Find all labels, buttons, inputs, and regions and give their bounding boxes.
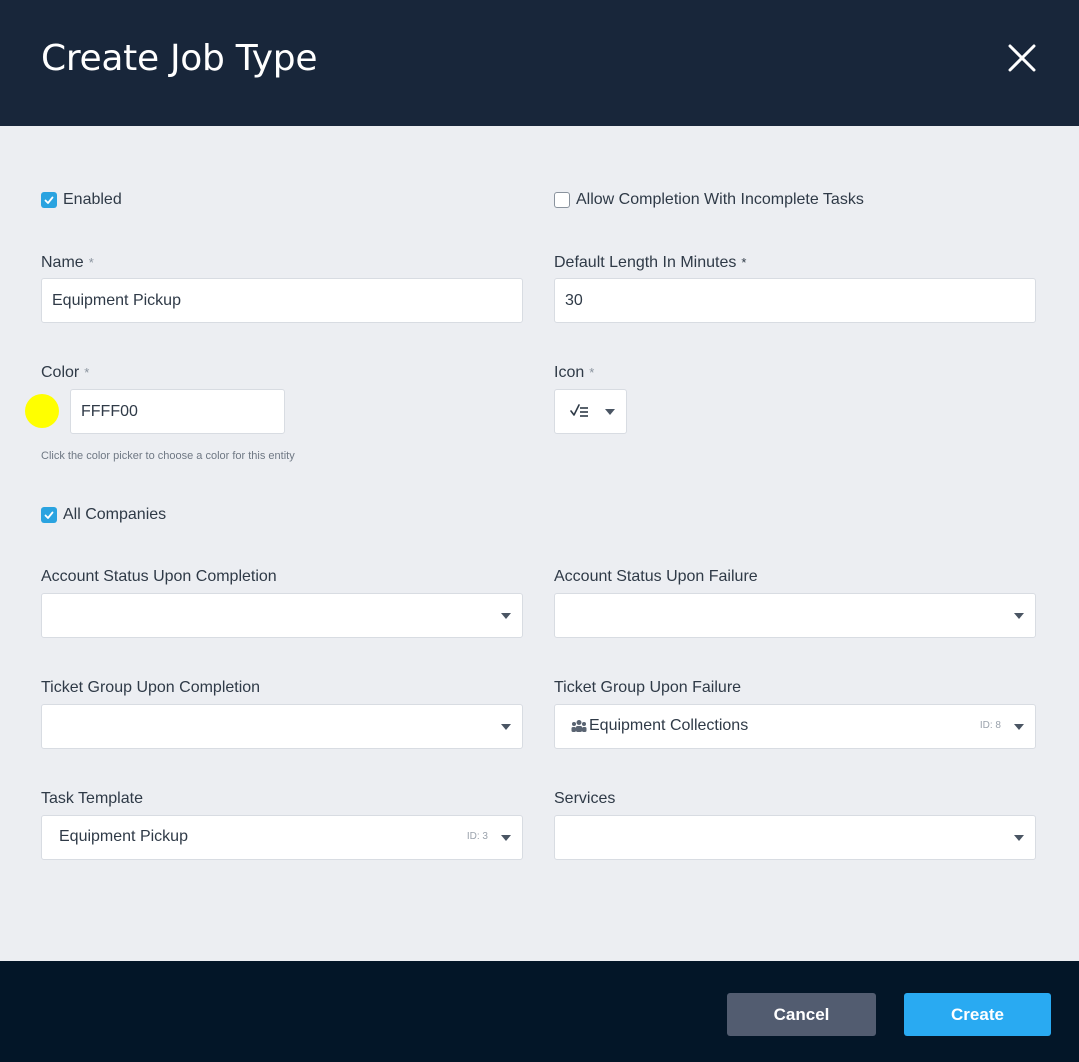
- services-label: Services: [554, 790, 616, 807]
- required-mark: *: [589, 365, 595, 380]
- required-mark: *: [88, 255, 94, 270]
- ticket-group-failure-select[interactable]: Equipment Collections ID: 8: [554, 704, 1036, 749]
- ticket-group-failure-id: ID: 8: [979, 720, 1001, 731]
- all-companies-label: All Companies: [63, 506, 167, 523]
- chevron-down-icon: [501, 613, 511, 619]
- enabled-label: Enabled: [63, 191, 122, 208]
- icon-label: Icon *: [554, 364, 594, 382]
- ticket-group-completion-label: Ticket Group Upon Completion: [41, 679, 261, 696]
- chevron-down-icon: [605, 409, 615, 415]
- enabled-checkbox[interactable]: Enabled: [41, 191, 122, 209]
- color-label: Color *: [41, 364, 89, 382]
- task-template-value: Equipment Pickup: [59, 828, 188, 845]
- color-hex-input[interactable]: FFFF00: [70, 389, 285, 434]
- all-companies-checkbox[interactable]: All Companies: [41, 506, 166, 524]
- color-label-text: Color: [41, 364, 80, 381]
- icon-label-text: Icon: [554, 364, 585, 381]
- allow-incomplete-checkbox[interactable]: Allow Completion With Incomplete Tasks: [554, 191, 864, 209]
- name-label-text: Name: [41, 254, 84, 271]
- account-status-failure-select[interactable]: [554, 593, 1036, 638]
- chevron-down-icon: [1014, 835, 1024, 841]
- account-status-completion-label: Account Status Upon Completion: [41, 568, 277, 585]
- name-label: Name *: [41, 254, 94, 272]
- name-input[interactable]: Equipment Pickup: [41, 278, 523, 323]
- icon-select[interactable]: [554, 389, 627, 434]
- create-button[interactable]: Create: [904, 993, 1051, 1036]
- ticket-group-completion-select[interactable]: [41, 704, 523, 749]
- checkbox-checked-icon: [41, 192, 57, 208]
- task-template-label: Task Template: [41, 790, 143, 807]
- default-length-input[interactable]: 30: [554, 278, 1036, 323]
- account-status-failure-label: Account Status Upon Failure: [554, 568, 758, 585]
- required-mark: *: [84, 365, 90, 380]
- color-help-text: Click the color picker to choose a color…: [41, 450, 295, 462]
- default-length-label: Default Length In Minutes *: [554, 254, 746, 272]
- dialog-footer: Cancel Create: [0, 961, 1079, 1062]
- dialog-body: Enabled Allow Completion With Incomplete…: [0, 126, 1079, 961]
- ticket-group-failure-value: Equipment Collections: [589, 717, 749, 734]
- ticket-group-failure-label: Ticket Group Upon Failure: [554, 679, 742, 696]
- checkbox-unchecked-icon: [554, 192, 570, 208]
- close-icon[interactable]: [1004, 40, 1040, 76]
- group-icon: [571, 719, 587, 738]
- task-template-select[interactable]: Equipment Pickup ID: 3: [41, 815, 523, 860]
- cancel-button[interactable]: Cancel: [727, 993, 876, 1036]
- dialog-title: Create Job Type: [41, 38, 318, 79]
- checkbox-checked-icon: [41, 507, 57, 523]
- color-picker-swatch[interactable]: [25, 394, 59, 428]
- default-length-label-text: Default Length In Minutes: [554, 254, 737, 271]
- task-template-id: ID: 3: [466, 831, 488, 842]
- chevron-down-icon: [1014, 613, 1024, 619]
- required-mark: *: [741, 255, 747, 270]
- chevron-down-icon: [1014, 724, 1024, 730]
- services-select[interactable]: [554, 815, 1036, 860]
- chevron-down-icon: [501, 724, 511, 730]
- chevron-down-icon: [501, 835, 511, 841]
- account-status-completion-select[interactable]: [41, 593, 523, 638]
- tasks-checklist-icon: [570, 403, 590, 424]
- allow-incomplete-label: Allow Completion With Incomplete Tasks: [576, 191, 864, 208]
- dialog-header: Create Job Type: [0, 0, 1079, 126]
